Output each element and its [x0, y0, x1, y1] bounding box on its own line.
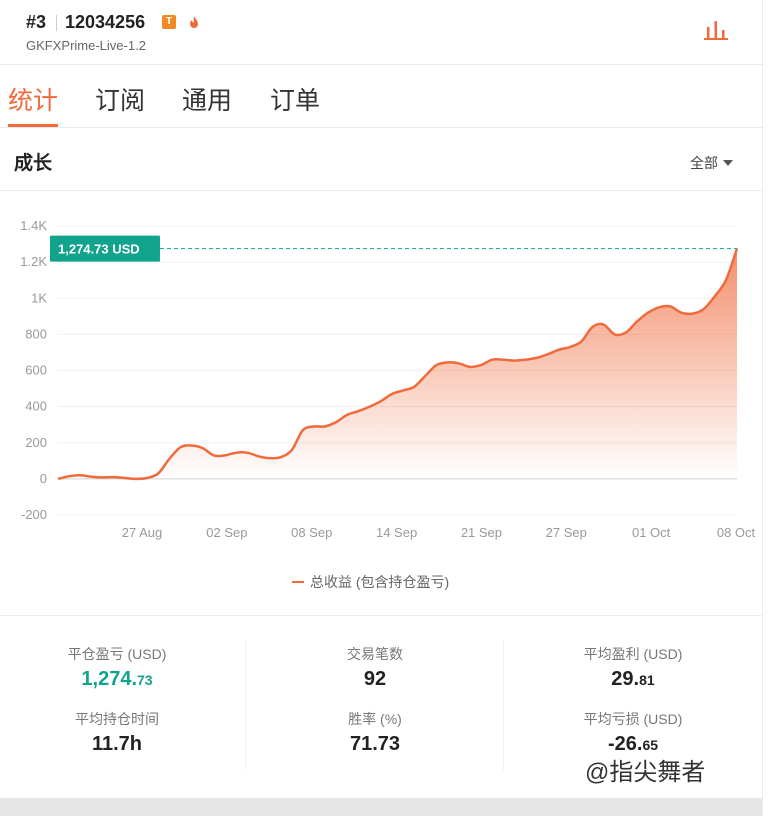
account-number: 12034256 — [65, 12, 146, 32]
stats-divider — [0, 615, 762, 616]
bottom-bar — [0, 798, 762, 816]
x-axis: 27 Aug 02 Sep 08 Sep 14 Sep 21 Sep 27 Sep 01 O… — [122, 525, 756, 540]
y-tick-label: 1.4K — [20, 218, 47, 233]
y-tick-label: -200 — [21, 507, 47, 522]
stat-label-avg-hold-time: 平均持仓时间 — [75, 711, 159, 727]
chart-legend[interactable]: 总收益 (包含持仓盈亏) — [292, 572, 449, 592]
watermark: @指尖舞者 — [585, 759, 706, 786]
stat-value-avg-hold-time: 11.7h — [7, 733, 227, 756]
y-tick-label: 200 — [25, 435, 47, 450]
stats-column-divider — [245, 640, 246, 770]
legend-label: 总收益 (包含持仓盈亏) — [310, 574, 450, 590]
stat-value-decimals: 73 — [137, 672, 153, 688]
tab-orders[interactable]: 订单 — [270, 81, 320, 117]
caret-down-icon — [723, 160, 733, 166]
stat-label-avg-profit: 平均盈利 (USD) — [583, 646, 683, 662]
account-card: #3 12034256 T GKFXPrime-Live-1.2 统计 订阅 通… — [0, 0, 763, 816]
current-value-text: 1,274.73 USD — [58, 242, 140, 257]
stat-value-decimals: 65 — [642, 737, 659, 753]
stat-value-trades: 92 — [265, 668, 485, 691]
tab-general[interactable]: 通用 — [182, 81, 232, 117]
y-tick-label: 0 — [40, 471, 47, 486]
stat-value-main: 29. — [611, 668, 640, 690]
growth-section-header: 成长 全部 — [0, 128, 762, 191]
right-margin — [763, 0, 784, 816]
active-tab-indicator — [8, 124, 58, 127]
stat-label-trades: 交易笔数 — [347, 646, 403, 662]
y-tick-label: 800 — [25, 326, 47, 341]
x-tick-label: 27 Aug — [122, 525, 163, 540]
stat-label-closed-pnl: 平仓盈亏 (USD) — [67, 646, 167, 662]
stat-value-win-rate: 71.73 — [265, 733, 485, 756]
range-dropdown[interactable]: 全部 — [690, 153, 733, 173]
section-title: 成长 — [14, 153, 53, 174]
x-tick-label: 08 Sep — [291, 525, 332, 540]
stat-value-main: 1,274. — [81, 668, 138, 690]
legend-swatch — [292, 581, 304, 583]
stat-value-main: 11.7h — [91, 733, 143, 755]
y-tick-label: 1K — [31, 290, 47, 305]
bar-chart-icon[interactable] — [703, 18, 729, 42]
server-name: GKFXPrime-Live-1.2 — [26, 38, 146, 53]
x-tick-label: 02 Sep — [206, 525, 247, 540]
stat-value-decimals: 81 — [639, 672, 655, 688]
stats-column-divider — [503, 640, 504, 770]
range-dropdown-label: 全部 — [690, 155, 718, 171]
y-tick-label: 400 — [25, 399, 47, 414]
current-value-label: 1,274.73 USD — [50, 235, 160, 262]
stat-value-main: 92 — [363, 668, 387, 690]
stat-value-main: 71.73 — [349, 733, 401, 755]
y-tick-label: 600 — [25, 363, 47, 378]
account-header: #3 12034256 T GKFXPrime-Live-1.2 — [0, 0, 762, 65]
stat-label-win-rate: 胜率 (%) — [348, 711, 402, 727]
growth-chart: 1.4K 1.2K 1K 800 600 400 200 0 -200 27 Aug 02 Sep… — [20, 218, 756, 540]
stat-label-avg-loss: 平均亏损 (USD) — [583, 711, 683, 727]
tab-bar: 统计 订阅 通用 订单 — [0, 65, 762, 128]
x-tick-label: 01 Oct — [632, 525, 671, 540]
trader-badge: T — [162, 15, 176, 29]
header-separator — [56, 15, 57, 31]
x-tick-label: 21 Sep — [461, 525, 502, 540]
fire-icon — [187, 15, 201, 29]
y-tick-label: 1.2K — [20, 254, 47, 269]
y-axis: 1.4K 1.2K 1K 800 600 400 200 0 -200 — [20, 218, 47, 522]
stat-value-closed-pnl: 1,274.73 — [7, 668, 227, 691]
rank-label: #3 — [26, 12, 47, 32]
tab-subscribe[interactable]: 订阅 — [95, 81, 145, 117]
stat-value-avg-profit: 29.81 — [523, 668, 743, 691]
x-tick-label: 08 Oct — [717, 525, 756, 540]
x-tick-label: 14 Sep — [376, 525, 417, 540]
x-tick-label: 27 Sep — [546, 525, 587, 540]
tab-statistics[interactable]: 统计 — [8, 81, 58, 117]
series-area — [58, 248, 737, 479]
